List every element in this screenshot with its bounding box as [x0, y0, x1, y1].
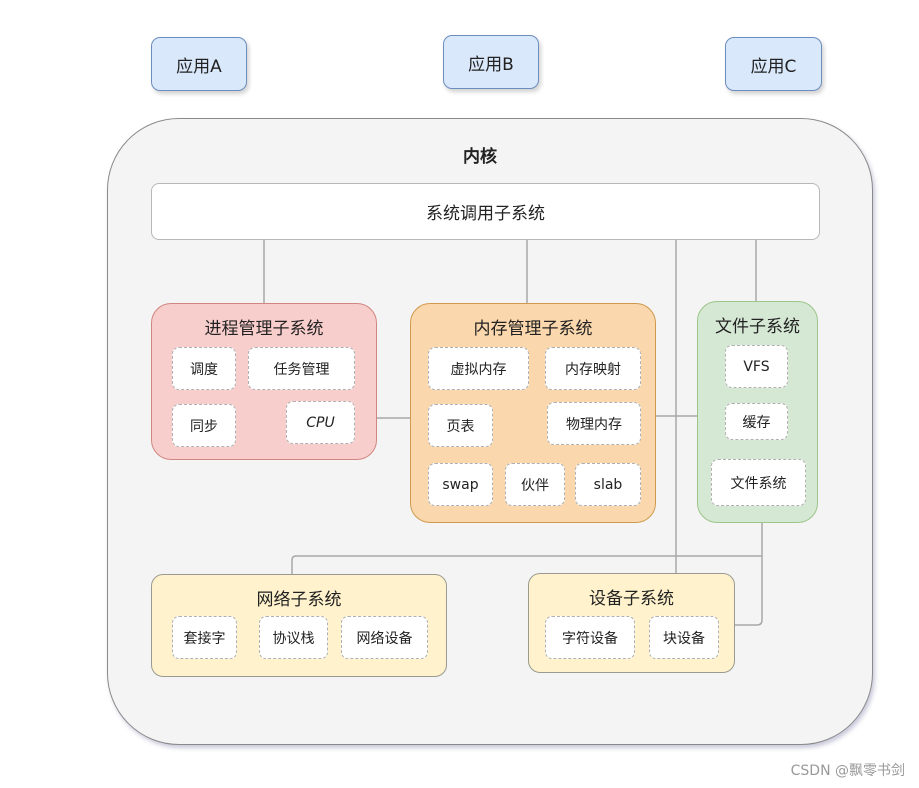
line-file-device — [735, 523, 763, 626]
item-page-table: 页表 — [428, 404, 493, 447]
process-title: 进程管理子系统 — [204, 319, 324, 339]
item-cpu: CPU — [286, 401, 355, 444]
device-title: 设备子系统 — [589, 589, 674, 609]
item-swap: swap — [428, 463, 493, 506]
item-char-device: 字符设备 — [545, 616, 635, 659]
item-cache: 缓存 — [725, 403, 788, 440]
item-slab: slab — [575, 463, 641, 506]
watermark: CSDN @飘零书剑 — [790, 763, 905, 779]
item-buddy: 伙伴 — [505, 463, 565, 506]
syscall-subsystem: 系统调用子系统 — [151, 183, 820, 240]
item-physical-memory: 物理内存 — [547, 402, 641, 445]
item-filesystem: 文件系统 — [711, 459, 806, 506]
item-vfs: VFS — [725, 345, 788, 388]
item-block-device: 块设备 — [649, 616, 719, 659]
item-socket: 套接字 — [172, 616, 237, 659]
item-virtual-memory: 虚拟内存 — [428, 347, 529, 390]
memory-title: 内存管理子系统 — [473, 319, 593, 339]
item-task-management: 任务管理 — [248, 347, 355, 390]
item-protocol-stack: 协议栈 — [259, 616, 328, 659]
item-schedule: 调度 — [172, 347, 236, 390]
line-file-network — [291, 555, 762, 574]
network-title: 网络子系统 — [256, 590, 342, 610]
file-title: 文件子系统 — [715, 317, 800, 337]
item-sync: 同步 — [172, 404, 236, 447]
item-memory-mapping: 内存映射 — [545, 347, 641, 390]
item-network-device: 网络设备 — [341, 616, 428, 659]
